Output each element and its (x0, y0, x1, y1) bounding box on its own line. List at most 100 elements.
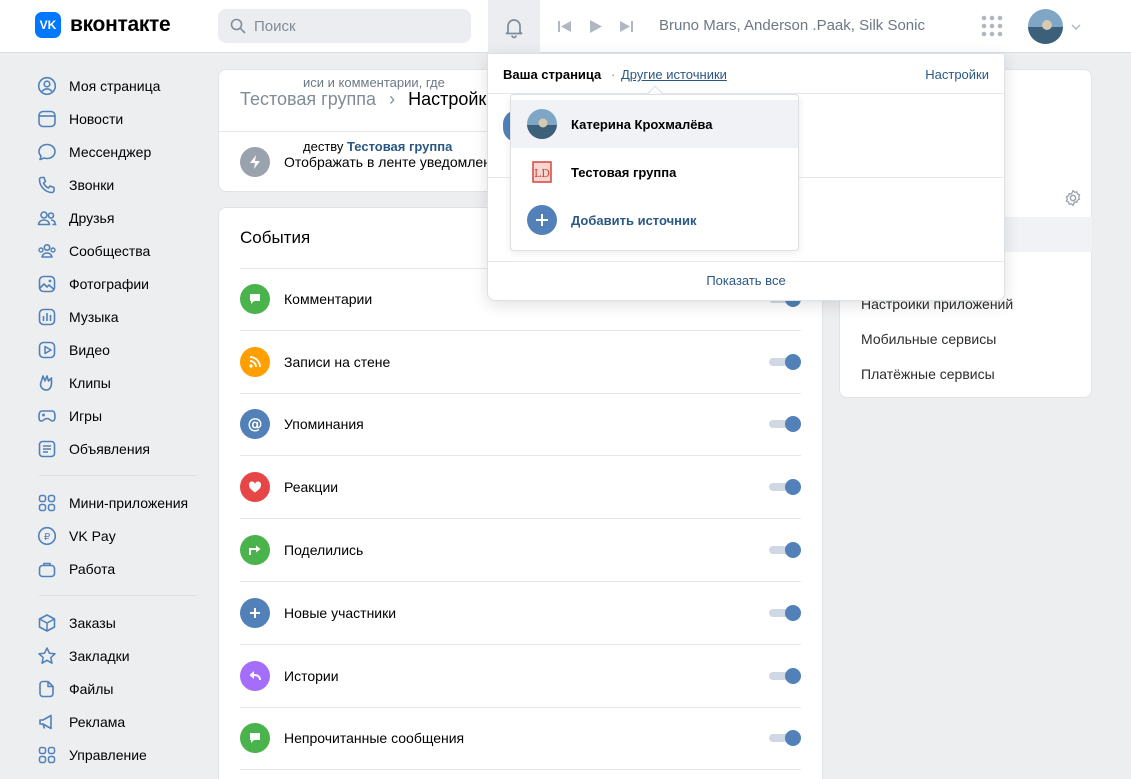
event-label: Комментарии (284, 291, 373, 308)
sidebar-item-label: Мессенджер (69, 143, 152, 160)
sidebar-divider (39, 475, 197, 476)
source-item-label: Катерина Крохмалёва (571, 116, 713, 132)
sidebar-item-calls[interactable]: Звонки (35, 168, 205, 201)
sidebar-item-news[interactable]: Новости (35, 102, 205, 135)
message-icon (240, 723, 270, 754)
sidebar-item-friends[interactable]: Друзья (35, 201, 205, 234)
sidebar-item-label: Моя страница (69, 77, 161, 94)
sidebar-item-music[interactable]: Музыка (35, 300, 205, 333)
phone-icon (38, 176, 55, 193)
sidebar-item-video[interactable]: Видео (35, 333, 205, 366)
services-menu-button[interactable] (981, 15, 1003, 37)
bookmark-icon (38, 646, 56, 664)
sidebar-item-label: Заказы (69, 614, 116, 631)
sidebar-item-label: Новости (69, 110, 124, 127)
sidebar-item-label: VK Pay (69, 527, 116, 544)
breadcrumb: Тестовая группа › Настройки (240, 89, 496, 110)
event-row-unread-messages: Непрочитанные сообщения (240, 708, 801, 771)
right-menu-payment-services[interactable]: Платёжные сервисы (861, 366, 995, 382)
breadcrumb-parent-link[interactable]: Тестовая группа (240, 89, 376, 109)
event-toggle[interactable] (769, 542, 801, 559)
other-sources-link[interactable]: Другие источники (621, 67, 727, 82)
sidebar-item-work[interactable]: Работа (35, 552, 205, 585)
event-toggle[interactable] (769, 667, 801, 684)
search-input[interactable]: Поиск (218, 9, 471, 43)
group-logo-icon: LD (527, 157, 557, 187)
sidebar-group-apps: Мини-приложения ₽ VK Pay Работа (35, 486, 205, 585)
sidebar-item-my-page[interactable]: Моя страница (35, 69, 205, 102)
sidebar-divider (39, 595, 197, 596)
notification-group-link[interactable]: Тестовая группа (347, 139, 452, 154)
video-icon (38, 341, 56, 358)
advertising-icon (39, 714, 52, 729)
event-toggle[interactable] (769, 353, 801, 370)
vk-logo[interactable]: VK вконтакте (35, 12, 171, 38)
sidebar-item-label: Работа (69, 560, 116, 577)
profile-avatar[interactable] (1028, 9, 1063, 44)
source-item-label: Тестовая группа (571, 164, 677, 180)
sidebar-item-label: Друзья (69, 209, 115, 226)
gear-icon[interactable] (1064, 189, 1082, 207)
sidebar-item-files[interactable]: Файлы (35, 672, 205, 705)
orders-icon (38, 613, 56, 632)
sidebar-group-more: Заказы Закладки Файлы Реклама Управление (35, 606, 205, 771)
previous-icon (558, 21, 571, 32)
events-section-title: События (240, 228, 311, 247)
sidebar-item-ads-board[interactable]: Объявления (35, 432, 205, 465)
sidebar-item-orders[interactable]: Заказы (35, 606, 205, 639)
current-track-title[interactable]: Bruno Mars, Anderson .Paak, Silk Sonic (659, 17, 931, 34)
event-label: Новые участники (284, 604, 397, 621)
event-toggle[interactable] (769, 479, 801, 496)
sidebar-item-label: Музыка (69, 308, 119, 325)
mini-apps-icon (38, 494, 56, 511)
events-list: Комментарии Записи на стене @ Упоминания… (218, 268, 823, 771)
sidebar-item-label: Звонки (69, 176, 115, 193)
previous-track-button[interactable] (556, 18, 573, 35)
event-toggle[interactable] (769, 730, 801, 747)
sidebar-item-label: Объявления (69, 440, 150, 457)
next-icon (620, 21, 633, 32)
bell-icon (505, 18, 523, 38)
source-item-group[interactable]: LD Тестовая группа (511, 148, 798, 196)
notification-text-partial: деству (303, 139, 344, 154)
sidebar-item-advertising[interactable]: Реклама (35, 705, 205, 738)
add-source-button[interactable]: Добавить источник (511, 196, 798, 244)
right-menu-mobile-services[interactable]: Мобильные сервисы (861, 331, 996, 347)
svg-text:LD: LD (534, 167, 550, 180)
sidebar-item-mini-apps[interactable]: Мини-приложения (35, 486, 205, 519)
rss-icon (240, 346, 270, 377)
friends-icon (37, 210, 57, 225)
your-page-tab[interactable]: Ваша страница (503, 67, 601, 82)
sidebar-item-messenger[interactable]: Мессенджер (35, 135, 205, 168)
event-toggle[interactable] (769, 604, 801, 621)
lightning-icon (240, 146, 270, 177)
sidebar-item-bookmarks[interactable]: Закладки (35, 639, 205, 672)
notifications-button[interactable] (488, 0, 540, 53)
popup-settings-link[interactable]: Настройки (925, 67, 989, 82)
ads-board-icon (38, 440, 56, 457)
vk-pay-icon: ₽ (37, 526, 57, 545)
sidebar-group-main: Моя страница Новости Мессенджер Звонки Д… (35, 69, 205, 465)
play-button[interactable] (587, 18, 604, 35)
sidebar-item-communities[interactable]: Сообщества (35, 234, 205, 267)
vk-logo-icon: VK (35, 12, 61, 38)
show-all-link[interactable]: Показать все (488, 261, 1004, 301)
next-track-button[interactable] (618, 18, 635, 35)
user-circle-icon (37, 76, 57, 95)
event-row-stories: Истории (240, 645, 801, 708)
event-row-wall-posts: Записи на стене (240, 331, 801, 394)
event-toggle[interactable] (769, 416, 801, 433)
source-item-user[interactable]: Катерина Крохмалёва (511, 100, 798, 148)
sidebar-item-label: Видео (69, 341, 110, 358)
sidebar-item-vk-pay[interactable]: ₽ VK Pay (35, 519, 205, 552)
mention-icon: @ (240, 409, 270, 440)
sidebar-item-manage[interactable]: Управление (35, 738, 205, 771)
sidebar-item-games[interactable]: Игры (35, 399, 205, 432)
chevron-down-icon[interactable] (1070, 21, 1082, 33)
sidebar-item-label: Реклама (69, 713, 126, 730)
work-icon (38, 562, 56, 577)
sidebar-item-photos[interactable]: Фотографии (35, 267, 205, 300)
heart-icon (240, 472, 270, 503)
sidebar-item-label: Клипы (69, 374, 111, 391)
sidebar-item-clips[interactable]: Клипы (35, 366, 205, 399)
